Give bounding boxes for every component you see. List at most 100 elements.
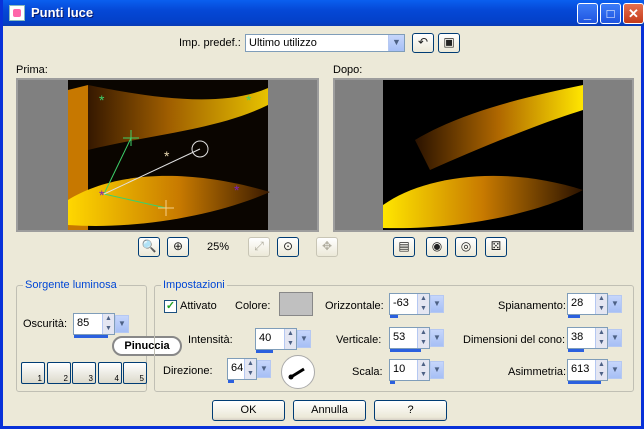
- light-preset-3[interactable]: 3: [72, 362, 96, 384]
- fit-button[interactable]: ⤢: [248, 237, 270, 257]
- eye-icon: ◎: [460, 239, 472, 253]
- maximize-button[interactable]: □: [600, 3, 621, 24]
- flattening-spinner[interactable]: 28 ▲ ▼ ▼: [567, 293, 622, 318]
- direction-spinner[interactable]: 64 ▲ ▼ ▼: [227, 358, 271, 383]
- window-title: Punti luce: [31, 5, 94, 20]
- ok-button[interactable]: OK: [212, 400, 285, 421]
- cone-size-value: 38: [571, 331, 584, 343]
- intensity-label: Intensità:: [188, 334, 233, 346]
- light-marker[interactable]: *: [99, 187, 105, 203]
- chevron-down-icon[interactable]: ▼: [257, 360, 271, 378]
- cone-size-spinner[interactable]: 38 ▲ ▼ ▼: [567, 327, 622, 352]
- spin-arrows-icon[interactable]: ▲ ▼: [595, 328, 607, 348]
- light-preset-1[interactable]: 1: [21, 362, 45, 384]
- light-marker[interactable]: *: [164, 148, 170, 164]
- zoom-in-icon: ⊕: [172, 239, 184, 253]
- scale-level-bar: [390, 381, 395, 384]
- chevron-down-icon[interactable]: ▼: [388, 35, 404, 51]
- chevron-down-icon[interactable]: ▼: [430, 329, 444, 347]
- before-preview[interactable]: * * * * *: [16, 78, 319, 232]
- flattening-level-bar: [568, 315, 580, 318]
- vertical-label: Verticale:: [336, 334, 382, 346]
- zoom-in-button[interactable]: ⊕: [167, 237, 189, 257]
- light-marker[interactable]: *: [246, 92, 252, 108]
- settings-title: Impostazioni: [161, 279, 227, 291]
- maximize-icon: □: [606, 6, 615, 21]
- direction-label: Direzione:: [163, 365, 213, 377]
- direction-level-bar: [228, 380, 234, 383]
- vertical-value: 53: [393, 331, 406, 343]
- chevron-down-icon[interactable]: ▼: [608, 361, 622, 379]
- flattening-label: Spianamento:: [498, 300, 566, 312]
- after-label: Dopo:: [333, 64, 363, 76]
- proof-button[interactable]: ▤: [393, 237, 415, 257]
- zoom-out-button[interactable]: 🔍: [138, 237, 160, 257]
- undo-icon: ↶: [417, 35, 429, 49]
- chevron-down-icon[interactable]: ▼: [297, 330, 311, 348]
- light-preset-2[interactable]: 2: [47, 362, 71, 384]
- darkness-level-bar: [74, 335, 108, 338]
- light-source-title: Sorgente luminosa: [23, 279, 119, 291]
- pan-button[interactable]: ✥: [316, 237, 338, 257]
- scale-value: 10: [393, 363, 406, 375]
- zoom-level: 25%: [207, 241, 230, 253]
- magnifier-icon: ⊙: [282, 239, 294, 253]
- asymmetry-spinner[interactable]: 613 ▲ ▼ ▼: [567, 359, 622, 384]
- light-preset-label: 3: [88, 374, 93, 383]
- scale-spinner[interactable]: 10 ▲ ▼ ▼: [389, 359, 444, 384]
- spin-arrows-icon[interactable]: ▲ ▼: [244, 359, 256, 379]
- spin-arrows-icon[interactable]: ▲ ▼: [595, 294, 607, 314]
- save-preset-button[interactable]: ▣: [438, 33, 460, 53]
- minimize-icon: _: [583, 6, 592, 21]
- darkness-spinner[interactable]: 85 ▲ ▼ ▼: [73, 313, 129, 338]
- light-preset-5[interactable]: 5: [123, 362, 147, 384]
- direction-value: 64: [231, 362, 244, 374]
- intensity-value: 40: [259, 332, 272, 344]
- random-eye-button[interactable]: ◉: [426, 237, 448, 257]
- preset-select[interactable]: Ultimo utilizzo ▼: [245, 34, 405, 52]
- spin-arrows-icon[interactable]: ▲ ▼: [417, 294, 429, 314]
- fit-icon: ⤢: [254, 239, 264, 253]
- intensity-spinner[interactable]: 40 ▲ ▼ ▼: [255, 328, 311, 353]
- chevron-down-icon[interactable]: ▼: [430, 295, 444, 313]
- save-icon: ▣: [443, 35, 455, 49]
- preview-icon: ▤: [398, 239, 410, 253]
- chevron-down-icon[interactable]: ▼: [430, 361, 444, 379]
- spin-arrows-icon[interactable]: ▲ ▼: [595, 360, 607, 380]
- asymmetry-level-bar: [568, 381, 601, 384]
- light-marker[interactable]: *: [234, 182, 240, 198]
- chevron-down-icon[interactable]: ▼: [115, 315, 129, 333]
- chevron-down-icon[interactable]: ▼: [608, 295, 622, 313]
- before-image[interactable]: * * * * *: [18, 80, 317, 230]
- enabled-checkbox[interactable]: ✓: [164, 300, 177, 313]
- title-bar[interactable]: Punti luce _ □ ✕: [3, 0, 644, 26]
- toggle-eye-button[interactable]: ◎: [455, 237, 477, 257]
- darkness-label: Oscurità:: [23, 318, 68, 330]
- after-preview: [333, 78, 634, 232]
- chevron-down-icon[interactable]: ▼: [608, 329, 622, 347]
- spin-arrows-icon[interactable]: ▲ ▼: [417, 328, 429, 348]
- direction-dial[interactable]: [281, 355, 315, 389]
- eye-icon: ◉: [431, 239, 443, 253]
- scale-label: Scala:: [352, 366, 383, 378]
- horizontal-spinner[interactable]: -63 ▲ ▼ ▼: [389, 293, 444, 318]
- randomize-button[interactable]: ⚄: [485, 237, 507, 257]
- light-preset-label: 2: [63, 374, 68, 383]
- cancel-button[interactable]: Annulla: [293, 400, 366, 421]
- spin-arrows-icon[interactable]: ▲ ▼: [102, 314, 114, 334]
- reset-button[interactable]: ↶: [412, 33, 434, 53]
- light-preset-4[interactable]: 4: [98, 362, 122, 384]
- help-button[interactable]: ?: [374, 400, 447, 421]
- spin-arrows-icon[interactable]: ▲ ▼: [284, 329, 296, 349]
- light-preset-label: 4: [114, 374, 119, 383]
- vertical-spinner[interactable]: 53 ▲ ▼ ▼: [389, 327, 444, 352]
- minimize-button[interactable]: _: [577, 3, 598, 24]
- color-swatch[interactable]: [279, 292, 313, 316]
- dial-pointer-icon: [288, 367, 305, 380]
- light-marker[interactable]: *: [99, 92, 105, 108]
- close-button[interactable]: ✕: [623, 3, 644, 24]
- zoom-100-button[interactable]: ⊙: [277, 237, 299, 257]
- spin-arrows-icon[interactable]: ▲ ▼: [417, 360, 429, 380]
- vertical-level-bar: [390, 349, 421, 352]
- asymmetry-label: Asimmetria:: [508, 366, 567, 378]
